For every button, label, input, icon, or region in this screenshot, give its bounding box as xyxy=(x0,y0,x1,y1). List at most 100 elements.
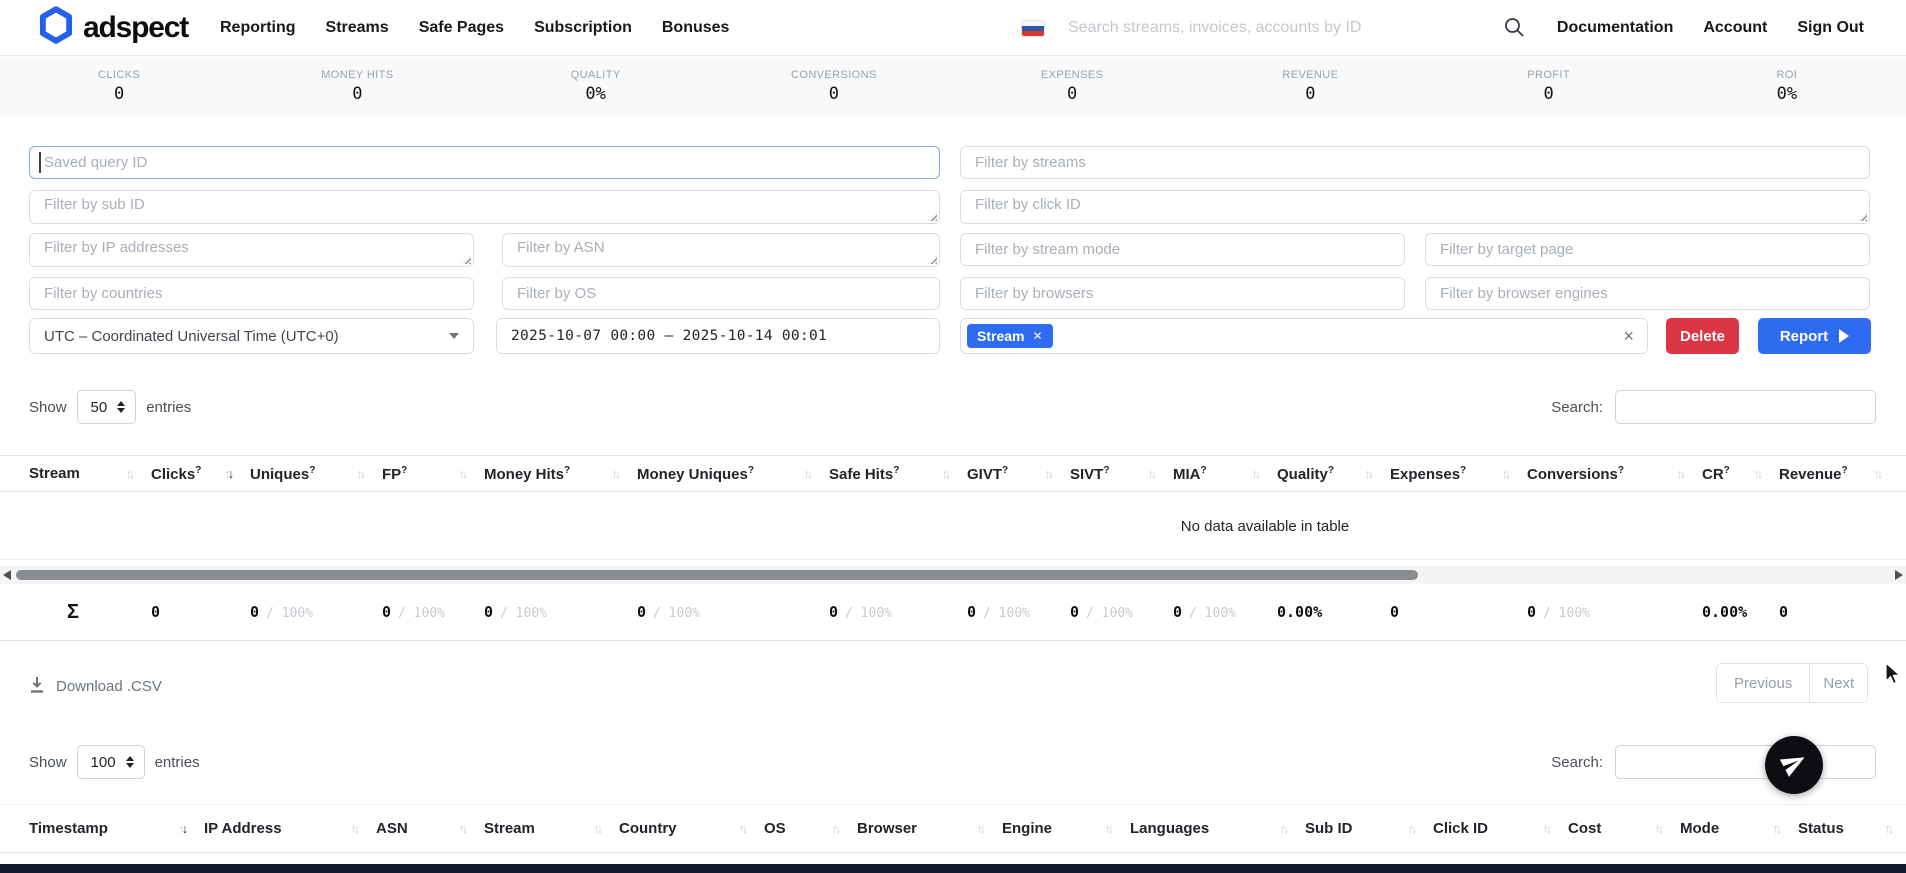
stream-mode-filter-input[interactable] xyxy=(960,233,1405,266)
table2-search-input[interactable] xyxy=(1615,745,1876,779)
click-id-filter-field[interactable] xyxy=(960,190,1870,224)
clear-selection-icon[interactable]: × xyxy=(1623,327,1634,345)
download-csv-button[interactable]: Download .CSV xyxy=(29,676,162,697)
sort-icon: ↑↓ xyxy=(612,467,622,481)
column-header-cost[interactable]: Cost↑↓ xyxy=(1568,805,1680,852)
os-filter-input[interactable] xyxy=(502,277,940,310)
column-header-click-id[interactable]: Click ID↑↓ xyxy=(1433,805,1568,852)
column-header-revenue[interactable]: Revenue?↑↓ xyxy=(1779,456,1899,491)
column-header-fp[interactable]: FP?↑↓ xyxy=(382,456,484,491)
saved-query-field[interactable] xyxy=(29,146,940,179)
brand-logo[interactable]: adspect xyxy=(38,6,188,49)
previous-page-button[interactable]: Previous xyxy=(1716,663,1810,703)
nav-item-bonuses[interactable]: Bonuses xyxy=(662,19,730,37)
column-header-cr[interactable]: CR?↑↓ xyxy=(1702,456,1779,491)
browsers-filter-field[interactable] xyxy=(960,277,1405,310)
page-size-select[interactable]: 50 xyxy=(77,390,137,424)
streams-filter-field[interactable] xyxy=(960,146,1870,179)
column-header-stream[interactable]: Stream↑↓ xyxy=(29,456,151,491)
column-header-expenses[interactable]: Expenses?↑↓ xyxy=(1390,456,1527,491)
tag-remove-icon[interactable]: ✕ xyxy=(1032,329,1042,343)
nav-item-account[interactable]: Account xyxy=(1703,19,1767,37)
scroll-left-arrow-icon[interactable] xyxy=(3,570,11,580)
nav-item-streams[interactable]: Streams xyxy=(326,19,389,37)
column-header-mia[interactable]: MIA?↑↓ xyxy=(1173,456,1277,491)
sort-icon: ↑↓ xyxy=(1677,467,1687,481)
page-size-select[interactable]: 100 xyxy=(77,745,145,779)
column-header-languages[interactable]: Languages↑↓ xyxy=(1130,805,1305,852)
caret-down-icon xyxy=(449,333,459,339)
target-page-filter-input[interactable] xyxy=(1425,233,1870,266)
telegram-button[interactable] xyxy=(1765,736,1823,794)
asn-filter-field[interactable] xyxy=(502,233,940,267)
horizontal-scrollbar-thumb[interactable] xyxy=(16,570,1418,580)
column-header-conversions[interactable]: Conversions?↑↓ xyxy=(1527,456,1702,491)
column-label: IP Address xyxy=(204,820,282,837)
column-header-status[interactable]: Status↑↓ xyxy=(1798,805,1906,852)
scroll-right-arrow-icon[interactable] xyxy=(1895,570,1903,580)
horizontal-scrollbar[interactable] xyxy=(0,566,1906,584)
saved-query-input[interactable] xyxy=(29,146,940,179)
totals-cell: 0 xyxy=(1779,603,1899,621)
column-header-os[interactable]: OS↑↓ xyxy=(764,805,857,852)
timezone-select[interactable]: UTC – Coordinated Universal Time (UTC+0) xyxy=(29,318,474,354)
column-header-country[interactable]: Country↑↓ xyxy=(619,805,764,852)
sort-icon: ↑↓ xyxy=(459,822,469,836)
global-search-input[interactable] xyxy=(1068,19,1488,37)
column-label: Stream xyxy=(29,465,80,482)
column-header-engine[interactable]: Engine↑↓ xyxy=(1002,805,1130,852)
ip-filter-field[interactable] xyxy=(29,233,474,267)
metrics-multiselect[interactable]: Stream ✕ × xyxy=(960,318,1648,354)
column-header-sivt[interactable]: SIVT?↑↓ xyxy=(1070,456,1173,491)
column-header-safe-hits[interactable]: Safe Hits?↑↓ xyxy=(829,456,967,491)
browsers-filter-input[interactable] xyxy=(960,277,1405,310)
column-header-mode[interactable]: Mode↑↓ xyxy=(1680,805,1798,852)
column-header-browser[interactable]: Browser↑↓ xyxy=(857,805,1002,852)
column-label: SIVT? xyxy=(1070,465,1109,483)
date-range-field[interactable] xyxy=(496,318,940,354)
sort-icon: ↑↓ xyxy=(832,822,842,836)
nav-item-safe-pages[interactable]: Safe Pages xyxy=(419,19,504,37)
column-header-clicks[interactable]: Clicks?↑↓ xyxy=(151,456,250,491)
sort-icon: ↑↓ xyxy=(357,467,367,481)
click-id-filter-input[interactable] xyxy=(960,190,1870,224)
sub-id-filter-field[interactable] xyxy=(29,190,940,224)
countries-filter-field[interactable] xyxy=(29,277,474,310)
totals-cell: 0 xyxy=(1390,603,1527,621)
sort-icon: ↑↓ xyxy=(1502,467,1512,481)
table1-search-input[interactable] xyxy=(1615,390,1876,424)
column-header-givt[interactable]: GIVT?↑↓ xyxy=(967,456,1070,491)
browser-engines-filter-field[interactable] xyxy=(1425,277,1870,310)
column-header-timestamp[interactable]: Timestamp↑↓ xyxy=(29,805,204,852)
countries-filter-input[interactable] xyxy=(29,277,474,310)
nav-item-sign-out[interactable]: Sign Out xyxy=(1797,19,1864,37)
page-size-value: 100 xyxy=(91,754,116,771)
nav-item-reporting[interactable]: Reporting xyxy=(220,19,296,37)
russian-flag-icon[interactable] xyxy=(1022,21,1044,36)
ip-filter-input[interactable] xyxy=(29,233,474,267)
next-page-button[interactable]: Next xyxy=(1809,663,1868,703)
column-header-sub-id[interactable]: Sub ID↑↓ xyxy=(1305,805,1433,852)
column-header-asn[interactable]: ASN↑↓ xyxy=(376,805,484,852)
browser-engines-filter-input[interactable] xyxy=(1425,277,1870,310)
sub-id-filter-input[interactable] xyxy=(29,190,940,224)
delete-button[interactable]: Delete xyxy=(1666,318,1739,354)
column-header-uniques[interactable]: Uniques?↑↓ xyxy=(250,456,382,491)
column-header-stream[interactable]: Stream↑↓ xyxy=(484,805,619,852)
search-icon[interactable] xyxy=(1502,15,1527,45)
column-header-money-hits[interactable]: Money Hits?↑↓ xyxy=(484,456,637,491)
column-label: Cost xyxy=(1568,820,1601,837)
asn-filter-input[interactable] xyxy=(502,233,940,267)
streams-filter-input[interactable] xyxy=(960,146,1870,179)
stream-mode-filter-field[interactable] xyxy=(960,233,1405,266)
column-header-ip-address[interactable]: IP Address↑↓ xyxy=(204,805,376,852)
nav-item-subscription[interactable]: Subscription xyxy=(534,19,632,37)
report-button[interactable]: Report xyxy=(1758,318,1871,354)
column-header-quality[interactable]: Quality?↑↓ xyxy=(1277,456,1390,491)
nav-item-documentation[interactable]: Documentation xyxy=(1557,19,1673,37)
metric-tag-stream[interactable]: Stream ✕ xyxy=(967,324,1053,348)
date-range-input[interactable] xyxy=(496,318,940,354)
column-header-money-uniques[interactable]: Money Uniques?↑↓ xyxy=(637,456,829,491)
target-page-filter-field[interactable] xyxy=(1425,233,1870,266)
os-filter-field[interactable] xyxy=(502,277,940,310)
